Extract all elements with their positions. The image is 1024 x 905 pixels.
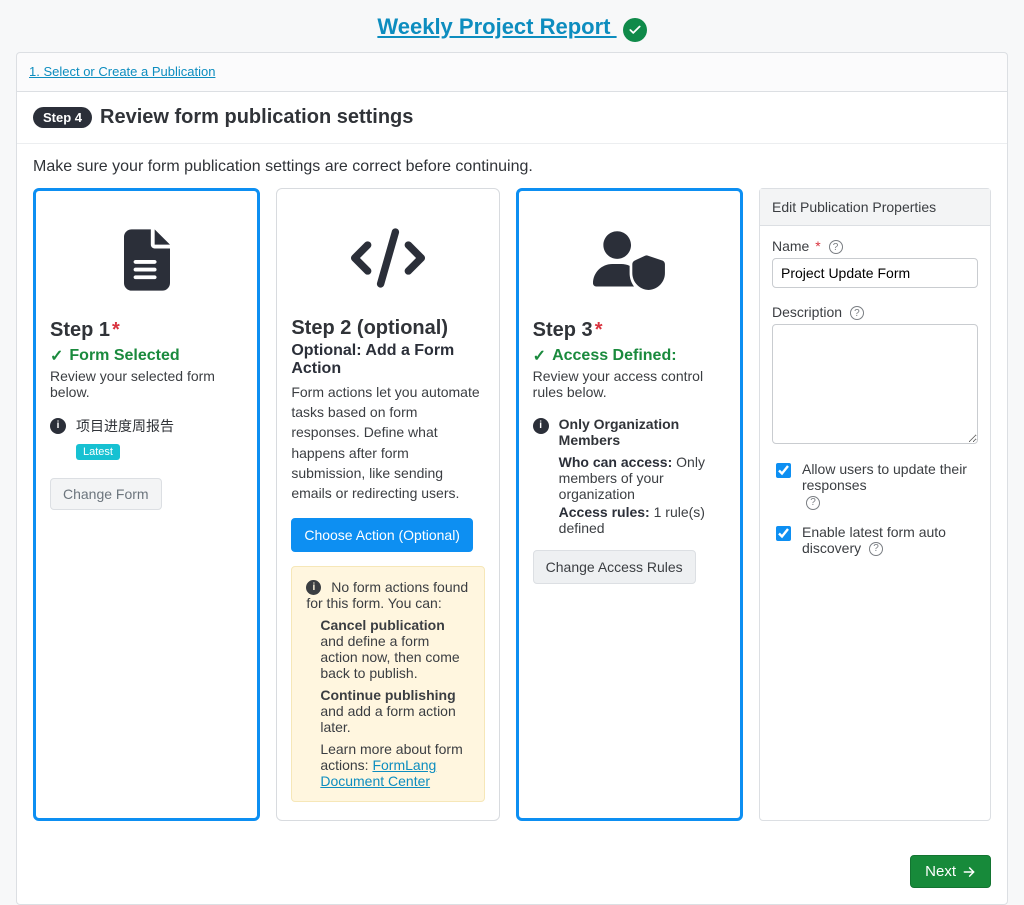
- instruction-text: Make sure your form publication settings…: [17, 144, 1007, 182]
- check-icon: ✓: [533, 346, 546, 366]
- alert-option-continue: Continue publishing and add a form actio…: [320, 687, 469, 735]
- allow-update-responses-checkbox[interactable]: [776, 463, 791, 478]
- step3-check-row: ✓ Access Defined:: [533, 346, 726, 366]
- latest-badge: Latest: [76, 444, 120, 460]
- page-root: Weekly Project Report 1. Select or Creat…: [0, 0, 1024, 905]
- publication-description-input[interactable]: [772, 324, 978, 444]
- step1-form-row: i 项目进度周报告 Latest: [50, 416, 243, 460]
- step3-icon-zone: [533, 205, 726, 315]
- required-asterisk: *: [112, 319, 120, 341]
- info-icon: i: [533, 418, 549, 434]
- step1-card: Step 1* ✓ Form Selected Review your sele…: [33, 188, 260, 822]
- step1-label: Step 1*: [50, 319, 243, 342]
- help-icon[interactable]: ?: [829, 240, 843, 254]
- breadcrumb-link[interactable]: 1. Select or Create a Publication: [29, 64, 215, 79]
- step2-subtitle: Optional: Add a Form Action: [291, 342, 484, 378]
- step2-description: Form actions let you automate tasks base…: [291, 382, 484, 504]
- step1-check-row: ✓ Form Selected: [50, 346, 243, 366]
- step2-icon-zone: [291, 203, 484, 313]
- step-header: Step 4 Review form publication settings: [17, 92, 1007, 144]
- user-shield-icon: [593, 230, 665, 290]
- step3-card: Step 3* ✓ Access Defined: Review your ac…: [516, 188, 743, 822]
- help-icon[interactable]: ?: [806, 496, 820, 510]
- change-access-rules-button[interactable]: Change Access Rules: [533, 550, 696, 584]
- change-form-button[interactable]: Change Form: [50, 478, 162, 510]
- publication-name-input[interactable]: [772, 258, 978, 288]
- name-field-label: Name * ?: [772, 238, 978, 254]
- who-label: Who can access:: [559, 454, 673, 470]
- columns: Step 1* ✓ Form Selected Review your sele…: [17, 182, 1007, 846]
- auto-discovery-checkbox[interactable]: [776, 526, 791, 541]
- allow-update-responses-label: Allow users to update their responses: [802, 461, 967, 493]
- breadcrumb-bar: 1. Select or Create a Publication: [16, 52, 1008, 91]
- required-asterisk: *: [595, 319, 603, 341]
- step2-label: Step 2 (optional): [291, 317, 484, 340]
- step3-check-text: Access Defined:: [552, 347, 677, 365]
- help-icon[interactable]: ?: [869, 542, 883, 556]
- description-field-label: Description ?: [772, 304, 978, 320]
- alert-intro: No form actions found for this form. You…: [306, 579, 468, 612]
- arrow-right-icon: [962, 865, 976, 879]
- footer-row: Next: [17, 845, 1007, 904]
- no-actions-alert: i No form actions found for this form. Y…: [291, 566, 484, 803]
- main-card: Step 4 Review form publication settings …: [16, 91, 1008, 905]
- check-icon: ✓: [50, 346, 63, 366]
- info-icon: i: [306, 580, 321, 595]
- step1-icon-zone: [50, 205, 243, 315]
- alert-option-cancel: Cancel publication and define a form act…: [320, 617, 469, 681]
- access-title: Only Organization Members: [559, 416, 726, 448]
- step2-card: Step 2 (optional) Optional: Add a Form A…: [276, 188, 499, 822]
- props-panel-header: Edit Publication Properties: [760, 189, 990, 226]
- document-icon: [124, 229, 170, 291]
- step-number-pill: Step 4: [33, 107, 92, 128]
- step3-sub: Review your access control rules below.: [533, 368, 726, 400]
- help-icon[interactable]: ?: [850, 306, 864, 320]
- step3-access-row: i Only Organization Members: [533, 416, 726, 448]
- page-title-wrap: Weekly Project Report: [0, 0, 1024, 52]
- step3-label: Step 3*: [533, 319, 726, 342]
- access-details: Who can access: Only members of your org…: [533, 452, 726, 536]
- alert-learn-more: Learn more about form actions: FormLang …: [320, 741, 469, 789]
- code-icon: [351, 228, 425, 288]
- step-title: Review form publication settings: [100, 106, 413, 129]
- step1-sub: Review your selected form below.: [50, 368, 243, 400]
- selected-form-name: 项目进度周报告: [76, 416, 174, 436]
- choose-action-button[interactable]: Choose Action (Optional): [291, 518, 473, 552]
- next-button[interactable]: Next: [910, 855, 991, 888]
- step1-check-text: Form Selected: [69, 347, 179, 365]
- required-asterisk: *: [815, 238, 820, 254]
- check-icon: [628, 23, 642, 37]
- rules-label: Access rules:: [559, 504, 650, 520]
- page-title-link[interactable]: Weekly Project Report: [377, 14, 616, 39]
- title-check-badge: [623, 18, 647, 42]
- info-icon: i: [50, 418, 66, 434]
- publication-properties-panel: Edit Publication Properties Name * ? Des…: [759, 188, 991, 822]
